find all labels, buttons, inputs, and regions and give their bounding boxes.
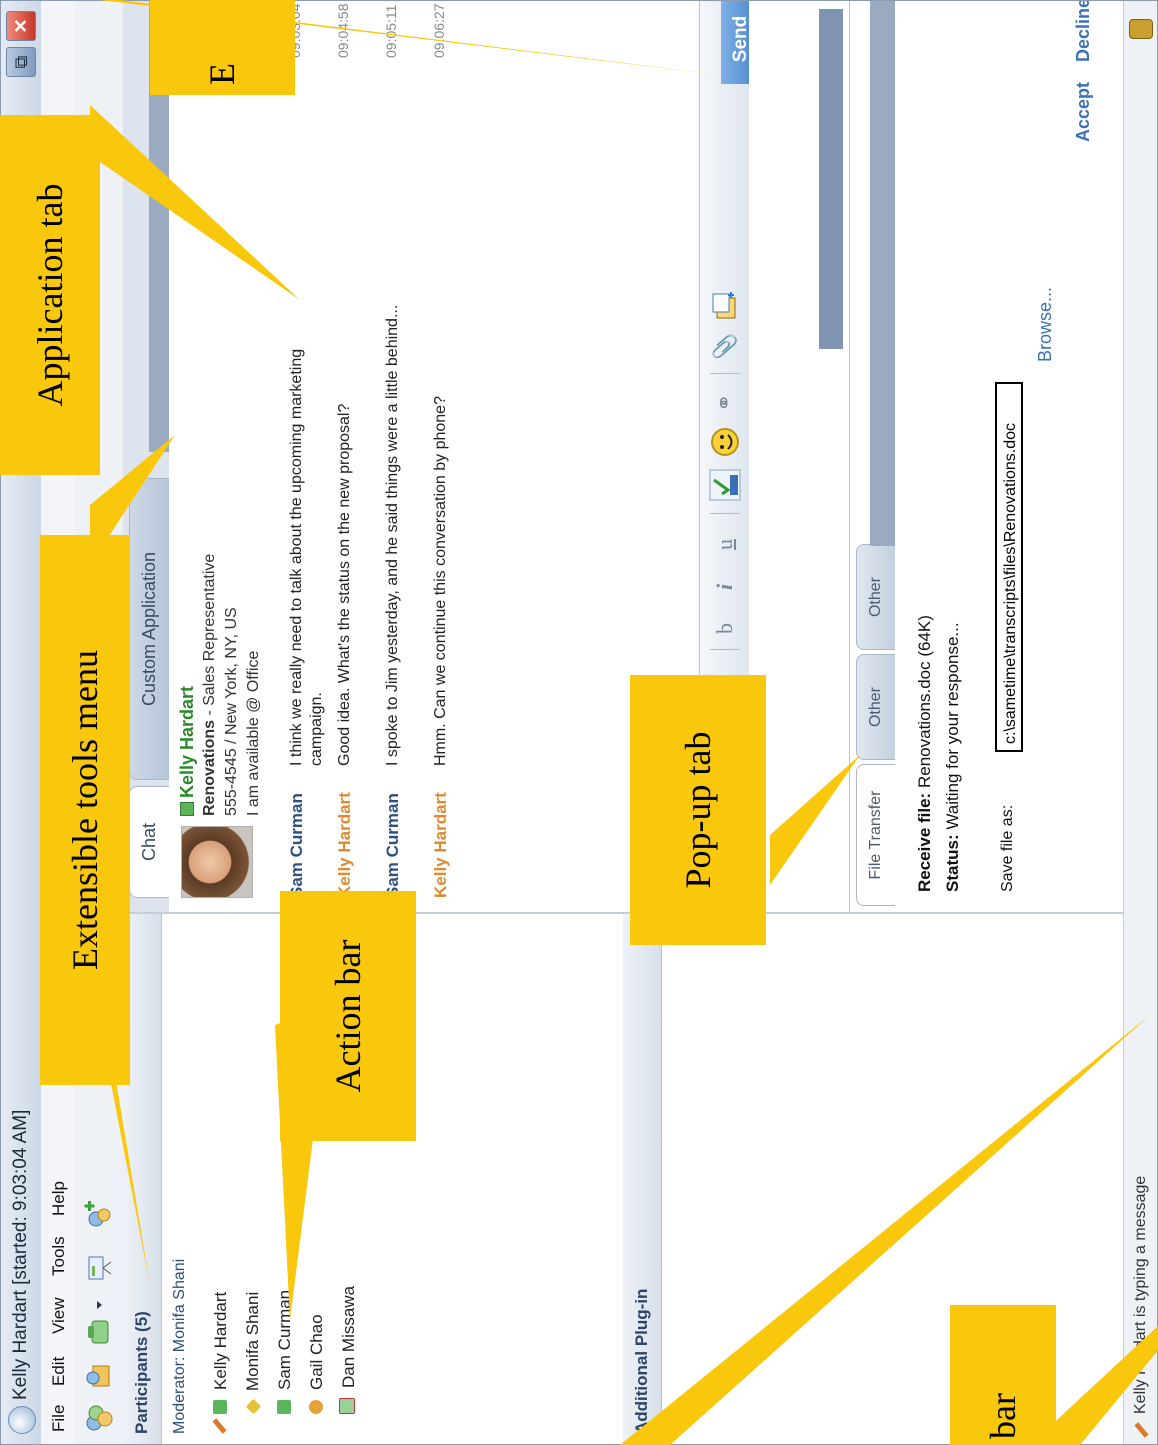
callout-pointers <box>90 0 1158 1445</box>
e-pointer <box>90 105 300 300</box>
callout-bar: bar <box>950 1305 1056 1445</box>
callout-extensible-tools-menu: Extensible tools menu <box>40 535 130 1085</box>
rotated-screenshot: Kelly Hardart [started: 9:03:04 AM] ⧉ ✕ … <box>0 0 1158 1445</box>
bar-pointer <box>620 1015 1150 1445</box>
popup-pointer <box>770 755 860 885</box>
callout-action-bar: Action bar <box>280 891 416 1141</box>
callout-popup-tab: Pop-up tab <box>630 675 766 945</box>
callout-application-tab: Application tab <box>0 115 100 475</box>
callout-e: E <box>150 0 295 95</box>
